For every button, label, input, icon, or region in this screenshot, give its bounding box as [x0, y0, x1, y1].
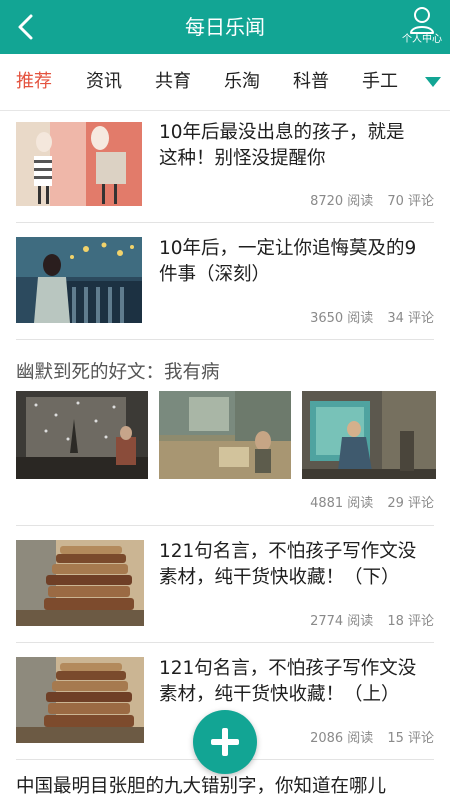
tab-handcraft[interactable]: 手工 [354, 54, 406, 110]
tab-news[interactable]: 资讯 [78, 54, 130, 110]
list-item[interactable]: 10年后，一定让你追悔莫及的9 件事（深刻） 3650 阅读 34 评论 [0, 223, 450, 338]
article-thumbnail [16, 657, 144, 743]
add-button[interactable] [193, 710, 257, 774]
back-button[interactable] [12, 12, 42, 42]
article-title-line2: 素材，纯干货快收藏！（上） [159, 684, 400, 705]
user-icon [410, 7, 434, 34]
list-item[interactable]: 10年后最没出息的孩子，就是 这种！别怪没提醒你 8720 阅读 70 评论 [0, 110, 450, 222]
article-stats: 8720 阅读 70 评论 [310, 190, 434, 209]
article-title-line1: 10年后，一定让你追悔莫及的9 [159, 238, 417, 259]
read-count: 2774 阅读 [310, 614, 374, 629]
article-title-line1: 中国最明目张胆的九大错别字，你知道在哪儿 [16, 776, 387, 797]
read-count: 3650 阅读 [310, 311, 374, 326]
article-title-line1: 10年后最没出息的孩子，就是 [159, 122, 405, 143]
tab-shopping[interactable]: 乐淘 [216, 54, 268, 110]
read-count: 2086 阅读 [310, 731, 374, 746]
article-title-line2: 素材，纯干货快收藏！（下） [159, 567, 400, 588]
category-tabs: 推荐 资讯 共育 乐淘 科普 手工 [0, 54, 450, 111]
comment-count: 34 评论 [387, 311, 434, 326]
tab-recommend[interactable]: 推荐 [8, 54, 60, 110]
triangle-down-icon [425, 77, 441, 87]
comment-count: 18 评论 [387, 614, 434, 629]
article-thumbnail [16, 122, 142, 206]
article-title-line2: 件事（深刻） [159, 264, 271, 285]
article-stats: 2774 阅读 18 评论 [310, 610, 434, 629]
more-tabs-button[interactable] [424, 74, 442, 88]
article-title: 幽默到死的好文：我有病 [16, 362, 220, 383]
article-thumbnail [159, 391, 291, 479]
article-thumbnail [16, 237, 142, 323]
read-count: 8720 阅读 [310, 194, 374, 209]
article-thumbnail [302, 391, 436, 479]
article-stats: 3650 阅读 34 评论 [310, 307, 434, 326]
profile-button[interactable]: 个人中心 [400, 6, 444, 50]
article-title-line2: 这种！别怪没提醒你 [159, 148, 326, 169]
article-stats: 2086 阅读 15 评论 [310, 727, 434, 746]
article-title-line1: 121句名言，不怕孩子写作文没 [159, 541, 417, 562]
plus-icon [211, 728, 239, 756]
article-title-line1: 121句名言，不怕孩子写作文没 [159, 658, 417, 679]
list-item[interactable]: 幽默到死的好文：我有病 4881 阅读 29 评论 [0, 340, 450, 525]
tab-parenting[interactable]: 共育 [147, 54, 199, 110]
article-thumbnail [16, 540, 144, 626]
profile-label: 个人中心 [402, 34, 442, 45]
page-title: 每日乐闻 [185, 15, 265, 39]
comment-count: 29 评论 [387, 496, 434, 511]
article-thumbnail [16, 391, 148, 479]
tab-science[interactable]: 科普 [285, 54, 337, 110]
list-item[interactable]: 121句名言，不怕孩子写作文没 素材，纯干货快收藏！（下） 2774 阅读 18 … [0, 526, 450, 642]
comment-count: 15 评论 [387, 731, 434, 746]
read-count: 4881 阅读 [310, 496, 374, 511]
comment-count: 70 评论 [387, 194, 434, 209]
chevron-left-icon [18, 14, 33, 40]
app-header: 每日乐闻 个人中心 [0, 0, 450, 54]
article-stats: 4881 阅读 29 评论 [310, 492, 434, 511]
